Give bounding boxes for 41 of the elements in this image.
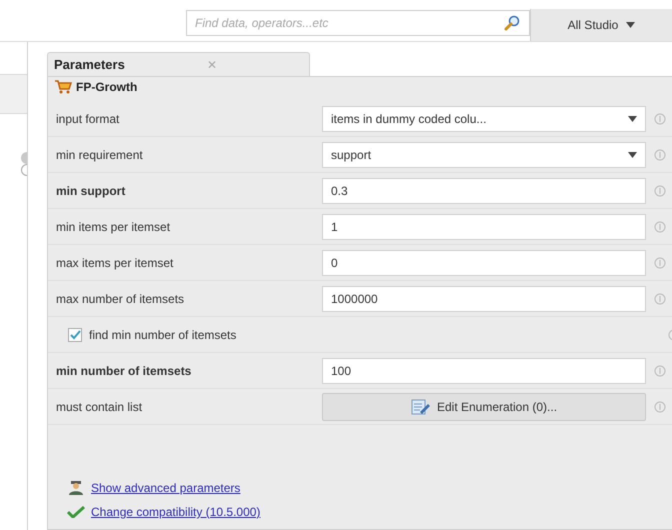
- input-field[interactable]: 1000000: [322, 286, 646, 312]
- info-icon: [654, 364, 666, 376]
- list-edit-icon: [410, 398, 431, 414]
- caret-icon: [626, 22, 636, 28]
- info-icon: [654, 148, 666, 160]
- parameters-tab[interactable]: Parameters ✕: [47, 52, 310, 76]
- input-field[interactable]: 100: [322, 358, 646, 384]
- info-icon: [654, 184, 666, 196]
- search-field[interactable]: Find data, operators...etc: [186, 10, 530, 36]
- scope-dropdown[interactable]: All Studio: [530, 9, 672, 41]
- input-field[interactable]: 1: [322, 214, 646, 240]
- input-field[interactable]: 0: [322, 250, 646, 276]
- operator-name: FP-Growth: [76, 79, 138, 96]
- info-icon: [654, 256, 666, 268]
- link[interactable]: Show advanced parameters: [91, 479, 240, 497]
- tab-title: Parameters: [54, 56, 125, 74]
- dropdown-field[interactable]: items in dummy coded colu...: [322, 106, 646, 132]
- link[interactable]: Change compatibility (10.5.000): [91, 503, 260, 521]
- parameter-label: must contain list: [56, 400, 142, 414]
- user-icon: [67, 481, 85, 495]
- checkmark-icon: [67, 506, 85, 518]
- checkbox[interactable]: [68, 328, 82, 342]
- info-icon: [654, 400, 666, 412]
- parameter-label: find min number of itemsets: [89, 326, 236, 344]
- info-icon: [654, 220, 666, 232]
- info-icon: [654, 112, 666, 124]
- caret-icon: [628, 152, 637, 158]
- dropdown-field[interactable]: support: [322, 142, 646, 168]
- parameter-label: min items per itemset: [56, 220, 170, 234]
- input-field[interactable]: 0.3: [322, 178, 646, 204]
- parameter-label: min requirement: [56, 148, 143, 162]
- parameter-label: min number of itemsets: [56, 364, 192, 378]
- info-icon: [654, 292, 666, 304]
- edit-enumeration-button[interactable]: Edit Enumeration (0)...: [322, 392, 646, 420]
- parameter-label: min support: [56, 184, 126, 198]
- parameter-label: max items per itemset: [56, 256, 174, 270]
- search-icon: [504, 15, 520, 31]
- caret-icon: [628, 116, 637, 122]
- parameter-label: input format: [56, 112, 120, 126]
- cart-icon: [54, 80, 72, 94]
- parameter-label: max number of itemsets: [56, 292, 184, 306]
